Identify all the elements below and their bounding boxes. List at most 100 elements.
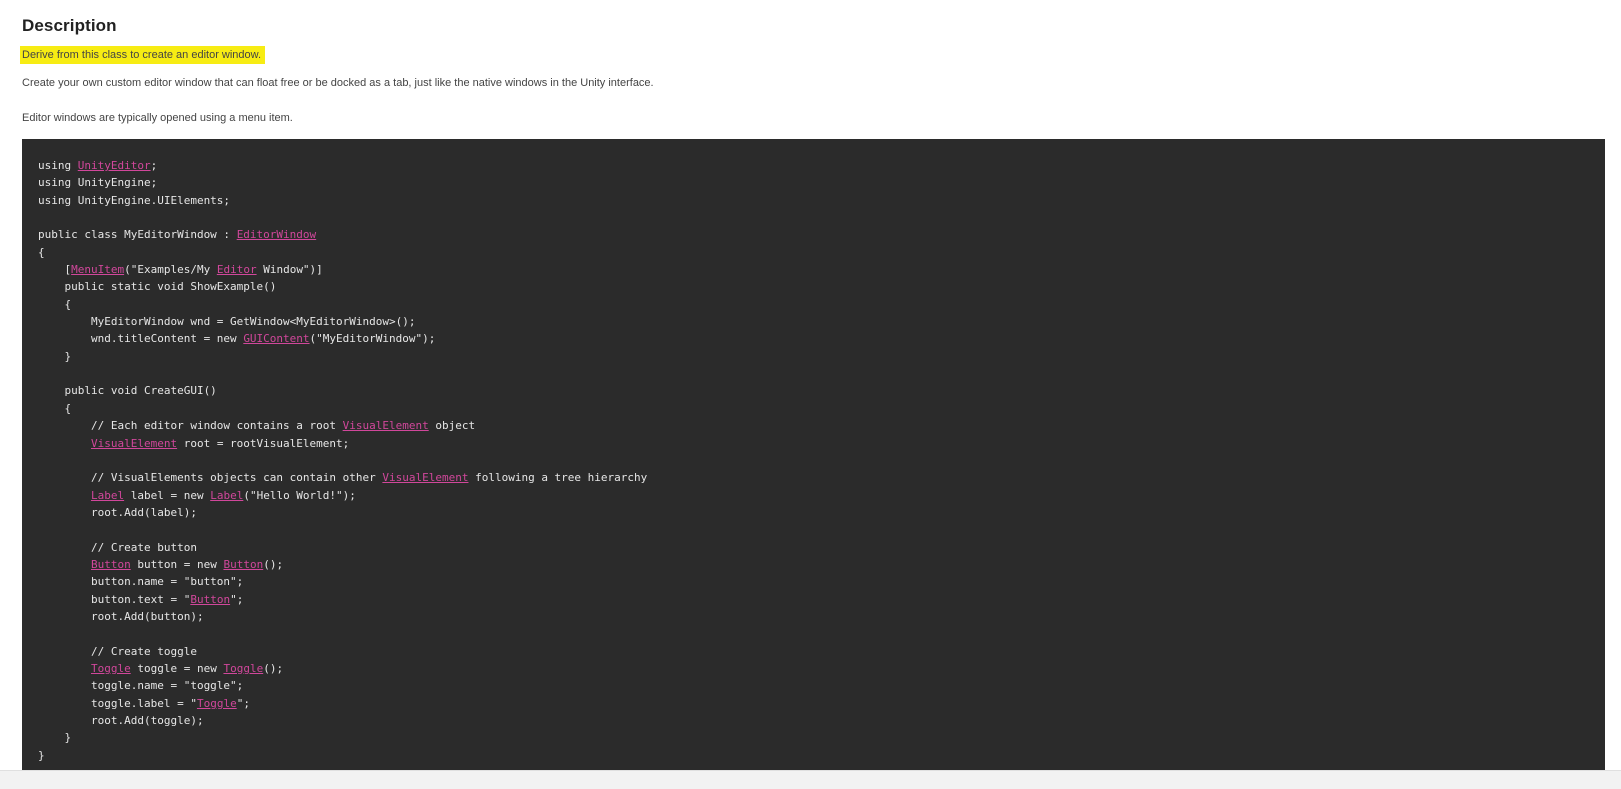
code-text: ("Examples/My (124, 263, 217, 277)
code-text: { (38, 245, 45, 259)
code-line: } (38, 348, 647, 365)
section-title: Description (22, 16, 117, 35)
code-text: "; (230, 592, 244, 606)
code-line: VisualElement root = rootVisualElement; (38, 435, 647, 452)
code-listing: using UnityEditor; using UnityEngine; usin… (38, 157, 647, 764)
code-text: button.name = "button"; (38, 575, 244, 589)
code-text: (); (263, 557, 284, 571)
page: Description Derive from this class to cr… (0, 0, 1621, 789)
code-text: MyEditorWindow wnd = GetWindow<MyEditorW… (38, 315, 416, 329)
code-text: [ (38, 263, 72, 277)
code-text: } (38, 731, 72, 745)
code-text: root = rootVisualElement; (177, 436, 350, 450)
code-text: root.Add(toggle); (38, 714, 204, 727)
code-text: following a tree hierarchy (468, 471, 648, 485)
code-line: toggle.name = "toggle"; (38, 677, 647, 694)
code-line: wnd.titleContent = new GUIContent("MyEdi… (38, 330, 647, 347)
code-api-link[interactable]: UnityEditor (78, 159, 151, 172)
code-text: toggle.name = "toggle"; (38, 679, 244, 693)
code-text: using UnityEngine; (38, 176, 158, 190)
code-text: ("MyEditorWindow"); (309, 332, 436, 346)
code-text: button = new (130, 557, 224, 571)
code-text: { (38, 401, 72, 415)
description-paragraph: Create your own custom editor window tha… (22, 77, 654, 89)
code-text: // Create toggle (38, 644, 197, 658)
code-line: // Each editor window contains a root Vi… (38, 417, 647, 434)
code-line: using UnityEngine; (38, 174, 647, 191)
code-line: Label label = new Label("Hello World!"); (38, 487, 647, 504)
code-line: // Create button (38, 539, 647, 556)
code-text: using UnityEngine.UIElements; (38, 193, 231, 207)
code-line: { (38, 296, 647, 313)
highlighted-summary: Derive from this class to create an edit… (20, 46, 266, 64)
code-text: wnd.titleContent = new (38, 332, 244, 346)
code-api-link[interactable]: Label (210, 489, 243, 502)
code-text: public class MyEditorWindow : (38, 228, 237, 242)
code-text: // Create button (38, 540, 197, 554)
code-api-link[interactable]: VisualElement (343, 419, 429, 432)
code-line: using UnityEditor; (38, 157, 647, 174)
code-text: object (428, 419, 476, 433)
code-line: MyEditorWindow wnd = GetWindow<MyEditorW… (38, 313, 647, 330)
code-text: root.Add(button); (38, 609, 204, 623)
code-text: // VisualElements objects can contain ot… (38, 471, 383, 485)
code-text: toggle = new (130, 661, 224, 675)
code-api-link[interactable]: MenuItem (71, 263, 124, 276)
code-line: [MenuItem("Examples/My Editor Window")] (38, 261, 647, 278)
code-text: Window")] (256, 263, 323, 277)
code-text: (); (263, 661, 284, 675)
code-api-link[interactable]: Toggle (91, 662, 131, 675)
code-api-link[interactable]: Button (91, 558, 131, 571)
code-line: root.Add(toggle); (38, 712, 647, 729)
code-api-link[interactable]: VisualElement (91, 437, 177, 450)
code-api-link[interactable]: Button (223, 558, 263, 571)
code-line: { (38, 244, 647, 261)
code-text: root.Add(label); (38, 505, 197, 519)
code-text: } (38, 748, 45, 762)
code-line: using UnityEngine.UIElements; (38, 192, 647, 209)
code-api-link[interactable]: GUIContent (243, 332, 309, 345)
code-api-link[interactable]: Label (91, 489, 124, 502)
code-text: ("Hello World!"); (243, 488, 356, 502)
code-example-block: using UnityEditor; using UnityEngine; usin… (22, 139, 1605, 770)
page-bottom-bar (0, 770, 1621, 789)
code-text: toggle.label = " (38, 696, 197, 710)
code-text: using (38, 159, 78, 172)
code-line: public void CreateGUI() (38, 382, 647, 399)
code-text: // Each editor window contains a root (38, 419, 343, 433)
code-api-link[interactable]: Toggle (223, 662, 263, 675)
code-text: { (38, 297, 72, 311)
code-line: toggle.label = "Toggle"; (38, 695, 647, 712)
code-line: // VisualElements objects can contain ot… (38, 469, 647, 486)
code-line: public static void ShowExample() (38, 278, 647, 295)
code-api-link[interactable]: Button (190, 593, 230, 606)
code-api-link[interactable]: Toggle (197, 697, 237, 710)
code-api-link[interactable]: VisualElement (382, 471, 468, 484)
code-line: root.Add(label); (38, 504, 647, 521)
code-line: Toggle toggle = new Toggle(); (38, 660, 647, 677)
code-line: } (38, 747, 647, 764)
code-api-link[interactable]: EditorWindow (237, 228, 316, 241)
code-text: button.text = " (38, 592, 191, 606)
code-text: public static void ShowExample() (38, 280, 277, 294)
code-api-link[interactable]: Editor (217, 263, 257, 276)
code-text: label = new (124, 488, 211, 502)
code-text: public void CreateGUI() (38, 384, 217, 398)
code-line: button.name = "button"; (38, 573, 647, 590)
usage-paragraph: Editor windows are typically opened usin… (22, 112, 293, 124)
code-line: root.Add(button); (38, 608, 647, 625)
code-text: ; (150, 159, 158, 172)
code-text: "; (236, 696, 250, 710)
code-line: } (38, 729, 647, 746)
code-line: // Create toggle (38, 643, 647, 660)
code-text: } (38, 349, 72, 363)
code-line: button.text = "Button"; (38, 591, 647, 608)
